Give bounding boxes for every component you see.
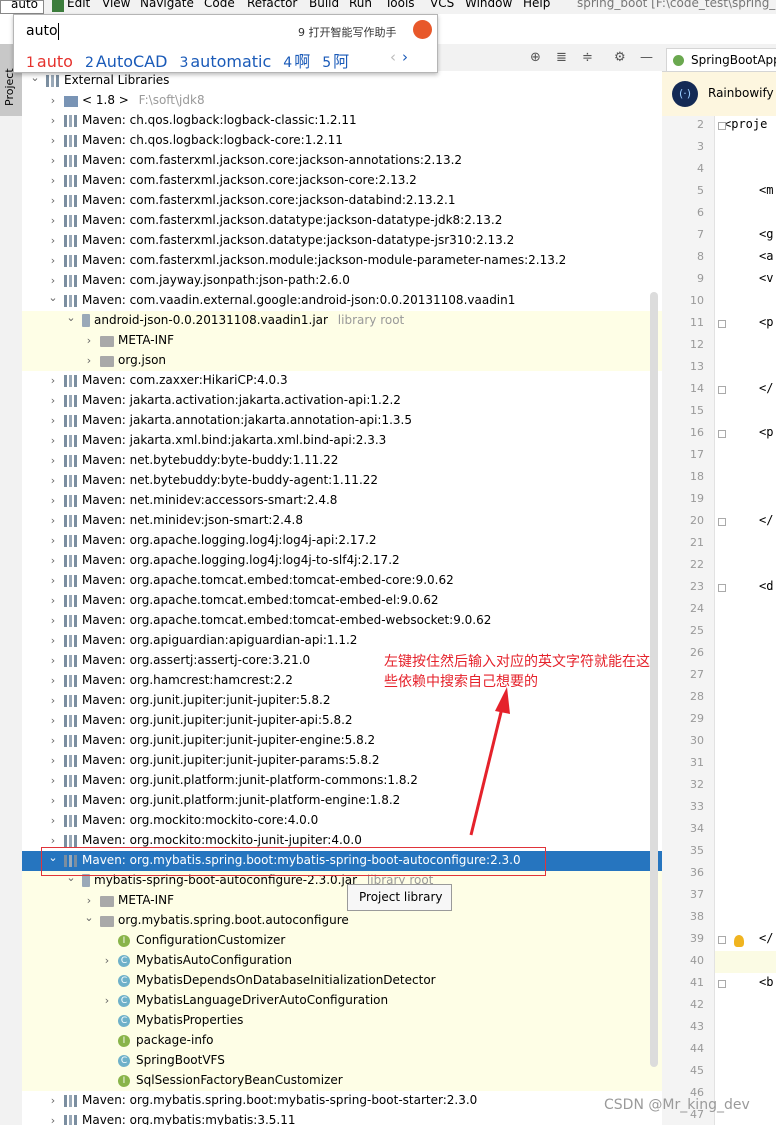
- arrow-shaft: [469, 703, 505, 836]
- arrow-head: [495, 687, 510, 714]
- watermark: CSDN @Mr_king_dev: [604, 1097, 750, 1113]
- annotation-arrow: [469, 687, 510, 836]
